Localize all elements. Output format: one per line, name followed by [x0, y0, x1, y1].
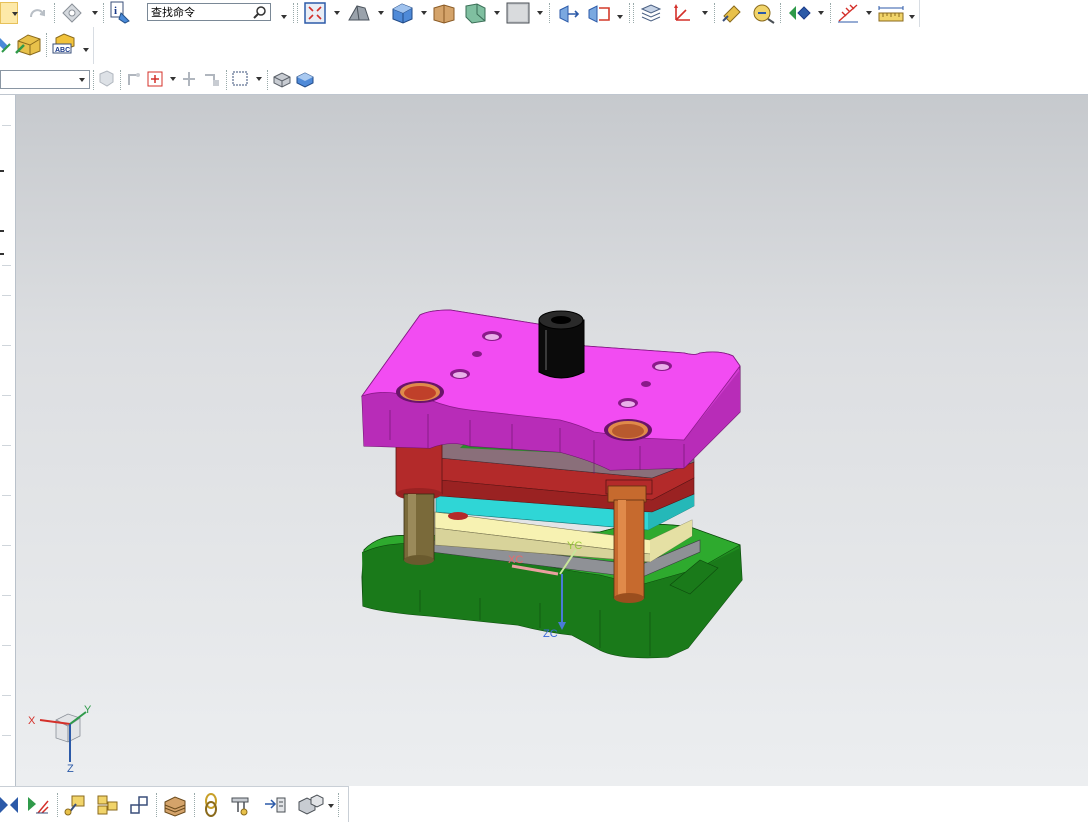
shaded-view-icon[interactable]	[345, 2, 373, 24]
section-view-icon[interactable]	[432, 2, 456, 24]
cube-view-icon[interactable]	[388, 1, 416, 25]
explosion-view-dropdown[interactable]	[328, 804, 334, 808]
guide-post-right[interactable]	[607, 485, 647, 603]
command-search-box[interactable]	[147, 3, 271, 21]
new-component-icon[interactable]	[94, 792, 120, 818]
orient-view-icon[interactable]	[786, 2, 812, 24]
select-solid-icon[interactable]	[295, 69, 315, 89]
edit-section-dropdown[interactable]	[617, 15, 623, 19]
resource-bar	[0, 95, 16, 786]
rectangle-select-dropdown[interactable]	[256, 77, 262, 81]
ruler-dropdown[interactable]	[909, 15, 915, 19]
measure-distance-icon[interactable]	[750, 1, 776, 25]
show-hide-icon[interactable]	[720, 2, 744, 24]
search-input[interactable]	[148, 4, 251, 19]
graphics-viewport[interactable]: XC YC ZC X Y Z	[16, 95, 1088, 786]
assembly-toolbar	[0, 786, 349, 822]
snap-endpoint-icon[interactable]	[125, 69, 143, 89]
menu-icon[interactable]	[0, 2, 18, 24]
pilot-hole	[448, 512, 468, 520]
snap-point-dropdown[interactable]	[92, 11, 98, 15]
wcs-dropdown[interactable]	[702, 11, 708, 15]
explosion-view-icon[interactable]	[296, 792, 324, 818]
guide-post-left[interactable]	[403, 493, 435, 565]
edit-object-icon[interactable]	[0, 32, 12, 56]
background-color-icon[interactable]	[505, 1, 531, 25]
background-color-dropdown[interactable]	[537, 11, 543, 15]
snap-dropdown[interactable]	[170, 77, 176, 81]
wcs-xc-label: XC	[508, 554, 523, 566]
svg-text:ABC: ABC	[55, 47, 70, 54]
selection-bar	[0, 64, 1088, 95]
search-icon[interactable]	[253, 5, 267, 19]
snap-intersection-icon[interactable]	[180, 69, 198, 89]
snap-point-icon[interactable]	[60, 2, 84, 24]
cube-view-dropdown[interactable]	[421, 11, 427, 15]
shaded-view-dropdown[interactable]	[378, 11, 384, 15]
reference-set-icon[interactable]	[228, 792, 256, 818]
triad-y-label: Y	[84, 704, 92, 716]
assembly-navigator-icon[interactable]	[161, 792, 189, 818]
move-component-icon[interactable]	[24, 793, 50, 817]
wcs-zc-label: ZC	[543, 628, 558, 640]
information-icon[interactable]: i	[109, 1, 133, 25]
selection-filter-icon[interactable]	[97, 69, 115, 89]
assembly-constraint-icon[interactable]	[0, 793, 20, 817]
svg-text:i: i	[114, 5, 117, 17]
wave-link-icon[interactable]	[199, 792, 223, 818]
view-triad[interactable]: X Y Z	[28, 704, 92, 775]
rectangle-select-icon-2[interactable]	[202, 69, 222, 89]
analysis-icon[interactable]	[836, 2, 860, 24]
wcs-yc-label: YC	[567, 540, 582, 552]
layer-settings-icon[interactable]	[639, 2, 663, 24]
display-mode-icon[interactable]	[463, 2, 489, 24]
chevron-down-icon[interactable]	[79, 78, 85, 82]
model-render[interactable]: XC YC ZC X Y Z	[16, 95, 1088, 786]
edit-section-icon[interactable]	[585, 2, 613, 24]
replace-component-icon[interactable]	[261, 792, 289, 818]
orient-view-dropdown[interactable]	[818, 11, 824, 15]
fit-view-dropdown[interactable]	[334, 11, 340, 15]
mirror-assembly-icon[interactable]	[127, 793, 151, 817]
ruler-icon[interactable]	[877, 3, 905, 25]
add-component-icon[interactable]	[62, 792, 88, 818]
shank[interactable]	[538, 310, 585, 379]
clip-plane-icon[interactable]	[556, 2, 580, 24]
redo-icon[interactable]	[26, 3, 48, 23]
annotation-dropdown[interactable]	[83, 48, 89, 52]
rectangle-select-icon[interactable]	[231, 69, 251, 89]
fit-view-icon[interactable]	[304, 2, 326, 24]
guide-bushing-left[interactable]	[395, 443, 443, 500]
secondary-toolbar: ABC	[0, 27, 1088, 64]
type-filter-select[interactable]	[0, 70, 90, 89]
wcs-dynamics-icon[interactable]	[670, 2, 696, 24]
select-body-icon[interactable]	[272, 69, 292, 89]
main-toolbar: i	[0, 0, 1088, 27]
annotation-abc-icon[interactable]: ABC	[50, 30, 80, 58]
display-mode-dropdown[interactable]	[494, 11, 500, 15]
analysis-dropdown[interactable]	[866, 11, 872, 15]
triad-x-label: X	[28, 715, 36, 727]
search-dropdown[interactable]	[281, 15, 287, 19]
snap-midpoint-icon[interactable]	[146, 68, 166, 90]
object-display-icon[interactable]	[14, 31, 44, 57]
triad-z-label: Z	[67, 763, 74, 775]
